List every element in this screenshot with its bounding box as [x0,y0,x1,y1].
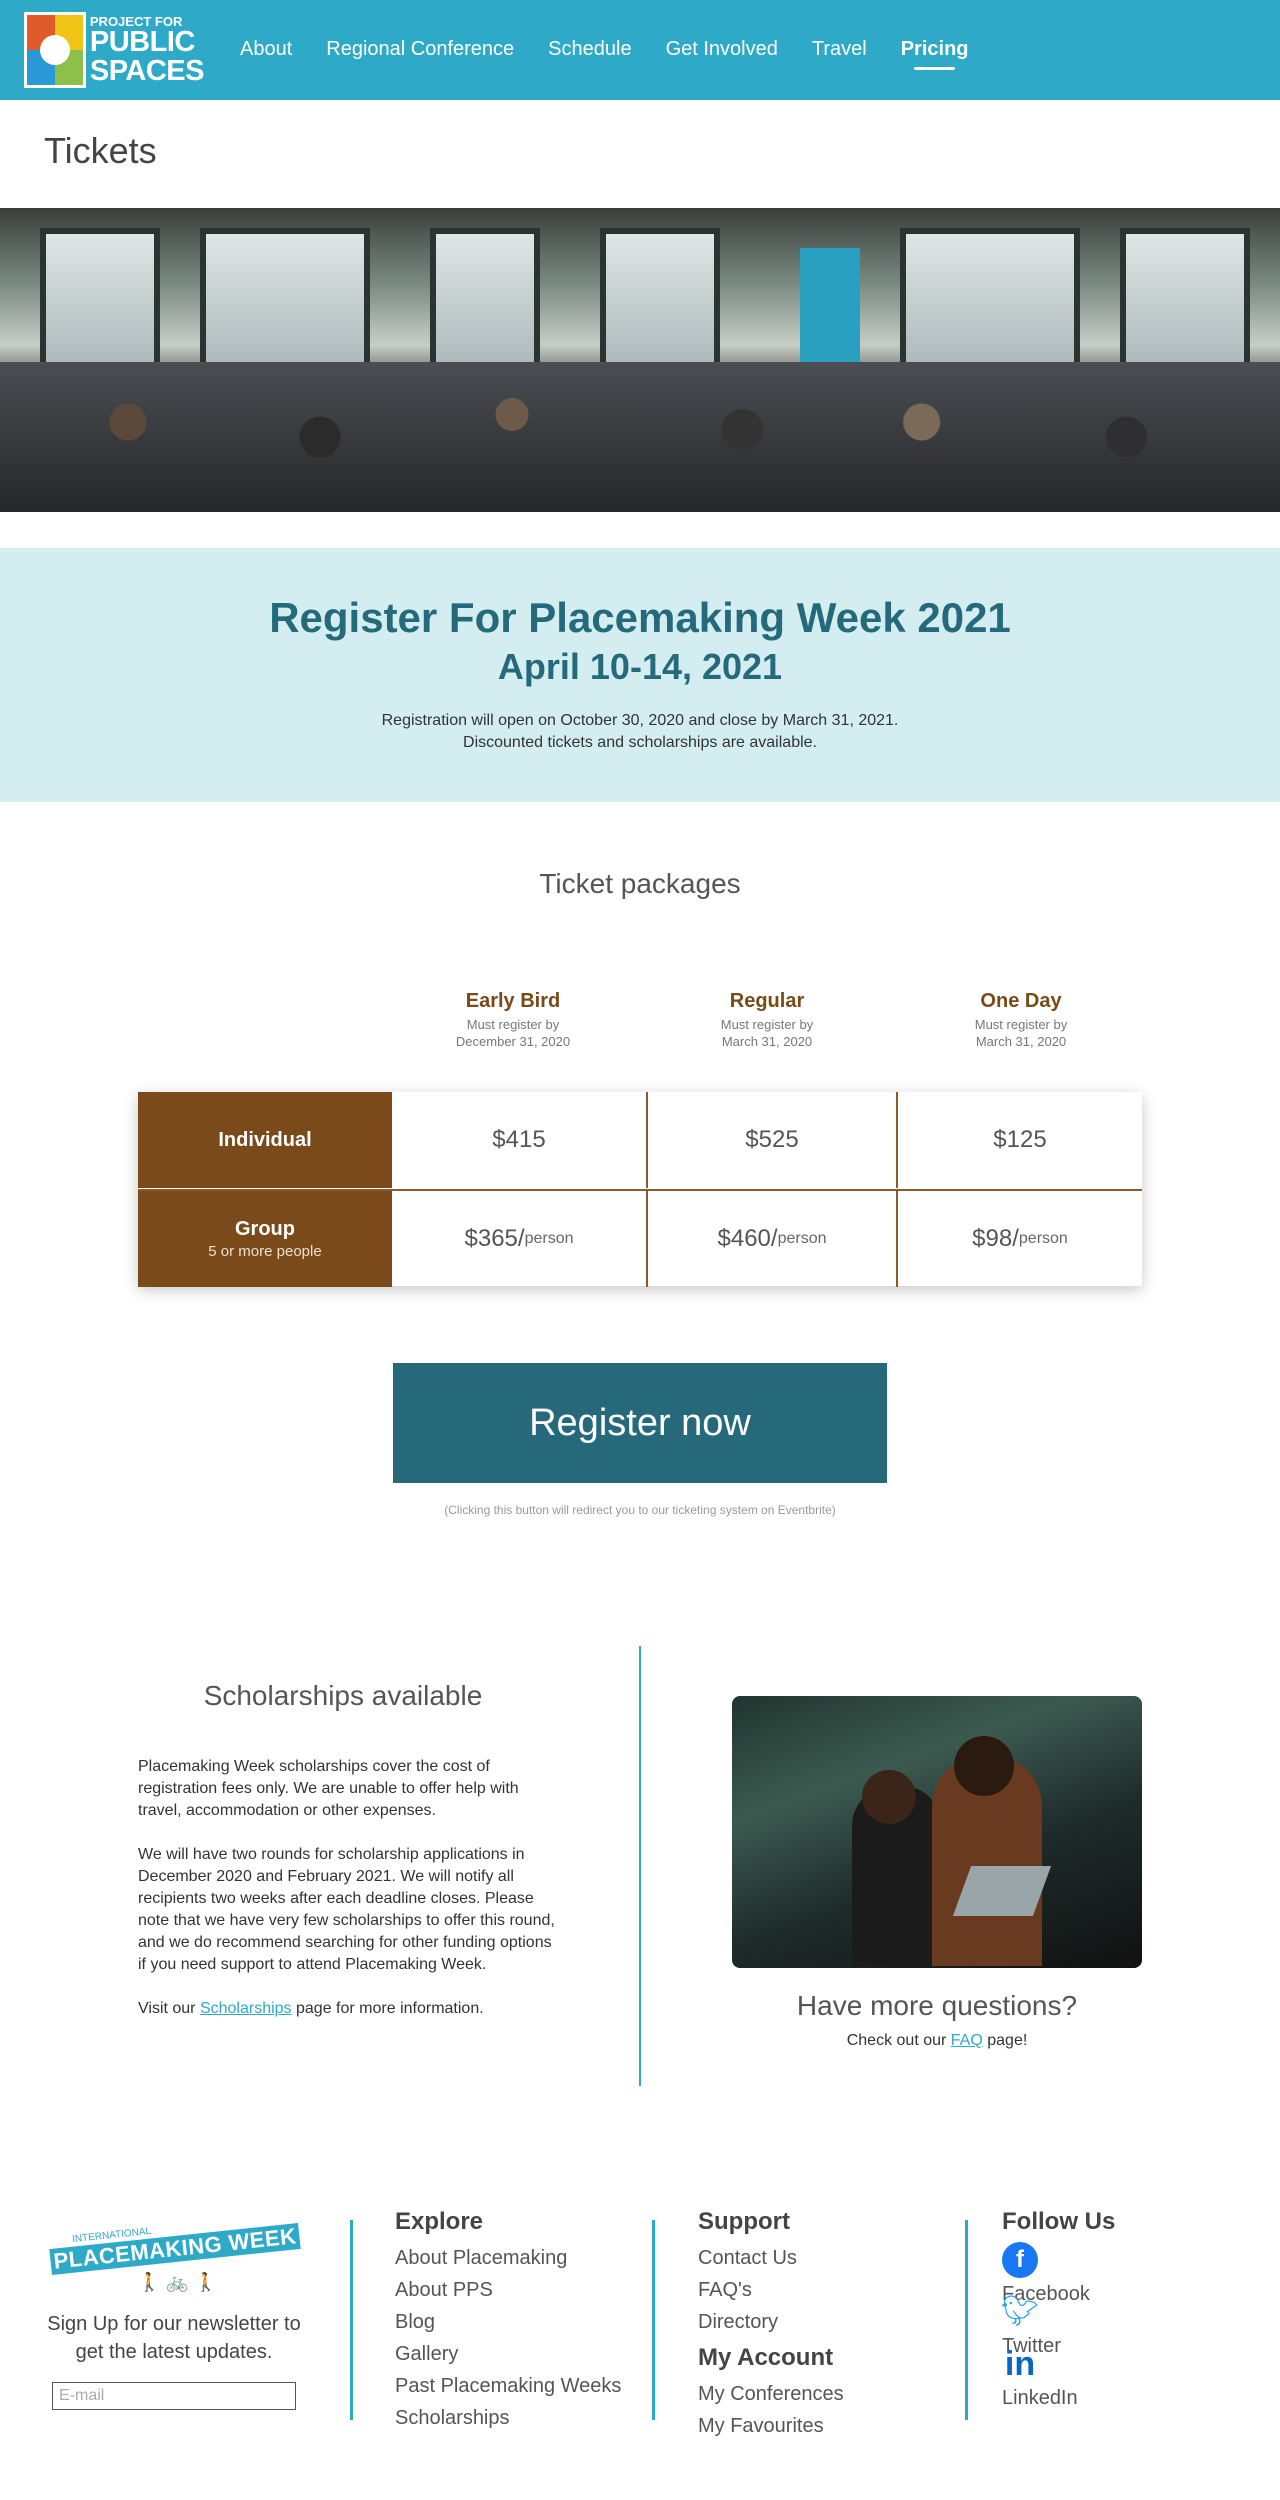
placemaking-week-logo[interactable]: INTERNATIONAL PLACEMAKING WEEK 🚶🚲🚶 [46,2208,302,2298]
page-title: Tickets [44,130,157,171]
column-early-bird: Early Bird Must register by December 31,… [386,990,640,1050]
price-early-bird-individual: $415 [492,1126,546,1153]
footer-divider [652,2220,655,2420]
scholarships-paragraph-2: We will have two rounds for scholarship … [138,1846,555,1973]
facebook-link[interactable]: f Facebook [1002,2242,1115,2305]
support-heading: Support [698,2208,790,2235]
footer-link-about-pps[interactable]: About PPS [395,2274,621,2306]
footer-divider [965,2220,968,2420]
pps-logo[interactable]: PROJECT FOR PUBLIC SPACES [24,12,205,88]
scholarships-link[interactable]: Scholarships [200,2000,292,2017]
register-now-button[interactable]: Register now [393,1363,887,1483]
nav-about[interactable]: About [240,38,292,61]
scholarships-title: Scholarships available [203,1680,483,1711]
footer-link-past-placemaking-weeks[interactable]: Past Placemaking Weeks [395,2370,621,2402]
pps-logo-mark [24,12,86,88]
row-label-title: Group [235,1218,295,1240]
column-regular: Regular Must register by March 31, 2020 [640,990,894,1050]
discount-info: Discounted tickets and scholarships are … [463,734,817,751]
price-early-bird-group: $365/person [464,1225,574,1252]
redirect-note: (Clicking this button will redirect you … [444,1503,836,1517]
row-label-title: Individual [218,1128,312,1151]
nav-schedule[interactable]: Schedule [548,38,631,61]
price-regular-group: $460/person [646,1191,896,1287]
linkedin-label: LinkedIn [1002,2387,1078,2409]
newsletter-text: Sign Up for our newsletter to get the la… [47,2313,301,2363]
footer-divider [350,2220,353,2420]
column-deadline-label: Must register by [466,1017,560,1032]
footer-link-scholarships[interactable]: Scholarships [395,2402,621,2434]
footer-follow: Follow Us f Facebook 🐦︎ Twitter in Linke… [1000,2208,1116,2409]
pricing-row-individual: Individual $415 $525 $125 [138,1092,1142,1188]
column-one-day: One Day Must register by March 31, 2020 [894,990,1148,1050]
twitter-icon: 🐦︎ [1000,2295,1040,2328]
explore-heading: Explore [395,2208,484,2235]
register-heading: Register For Placemaking Week 2021 [269,594,1011,641]
follow-heading: Follow Us [1002,2208,1116,2235]
hero-image [0,208,1280,512]
price-one-day-group: $98/person [896,1191,1142,1287]
price-unit: person [1018,1230,1068,1247]
logo-placemaking-week-text: PLACEMAKING WEEK [49,2223,301,2275]
site-header: PROJECT FOR PUBLIC SPACES About Regional… [0,0,1280,100]
footer-link-blog[interactable]: Blog [395,2306,621,2338]
column-name: Regular [729,990,805,1012]
pricing-table: Individual $415 $525 $125 Group 5 or mor… [138,1092,1142,1287]
pricing-row-group: Group 5 or more people $365/person $460/… [138,1189,1142,1287]
nav-regional-conference[interactable]: Regional Conference [326,38,514,61]
logo-big-text-1: PUBLIC [89,25,195,58]
newsletter-email-input[interactable] [52,2382,296,2410]
footer-link-faqs[interactable]: FAQ's [698,2274,844,2306]
attendees-photo [732,1696,1142,1968]
column-deadline-date: December 31, 2020 [455,1034,571,1049]
main-nav: About Regional Conference Schedule Get I… [240,38,1003,70]
section-divider [639,1646,641,2086]
faq-link[interactable]: FAQ [951,2032,983,2049]
footer-link-gallery[interactable]: Gallery [395,2338,621,2370]
event-dates: April 10-14, 2021 [497,646,783,687]
scholarships-paragraph-1: Placemaking Week scholarships cover the … [138,1758,519,1819]
nav-get-involved[interactable]: Get Involved [666,38,778,61]
logo-big-text-2: SPACES [89,54,205,87]
scholarships-text: Placemaking Week scholarships cover the … [138,1756,558,2042]
questions-title: Have more questions? [796,1990,1078,2021]
column-deadline-date: March 31, 2020 [721,1034,813,1049]
column-deadline-label: Must register by [720,1017,814,1032]
linkedin-icon: in [1004,2345,1036,2383]
column-deadline-date: March 31, 2020 [975,1034,1067,1049]
footer-link-about-placemaking[interactable]: About Placemaking [395,2242,621,2274]
footer-explore: Explore About Placemaking About PPS Blog… [395,2208,621,2434]
footer-link-my-favourites[interactable]: My Favourites [698,2410,844,2442]
row-label: Group 5 or more people [138,1191,392,1287]
my-account-heading: My Account [698,2344,834,2371]
facebook-icon: f [1002,2242,1038,2278]
price-unit: person [777,1230,827,1247]
footer-link-contact-us[interactable]: Contact Us [698,2242,844,2274]
pps-logo-text: PROJECT FOR PUBLIC SPACES [89,15,205,87]
register-banner: Register For Placemaking Week 2021 April… [0,548,1280,802]
row-label: Individual [138,1092,392,1188]
footer-link-directory[interactable]: Directory [698,2306,844,2338]
price-unit: person [524,1230,574,1247]
row-label-subtitle: 5 or more people [208,1243,322,1260]
nav-pricing[interactable]: Pricing [901,38,969,70]
price-regular-individual: $525 [646,1092,896,1188]
column-name: One Day [980,990,1062,1012]
nav-travel[interactable]: Travel [812,38,867,61]
registration-info: Registration will open on October 30, 20… [381,712,899,729]
ticket-packages-title: Ticket packages [539,868,741,899]
footer-support: Support Contact Us FAQ's Directory My Ac… [698,2208,844,2442]
faq-prompt: Check out our FAQ page! [846,2032,1028,2049]
column-deadline-label: Must register by [974,1017,1068,1032]
people-icon: 🚶🚲🚶 [138,2272,224,2292]
price-one-day-individual: $125 [896,1092,1142,1188]
scholarships-paragraph-3: Visit our Scholarships page for more inf… [138,2000,484,2017]
footer-link-my-conferences[interactable]: My Conferences [698,2378,844,2410]
column-name: Early Bird [465,990,561,1012]
